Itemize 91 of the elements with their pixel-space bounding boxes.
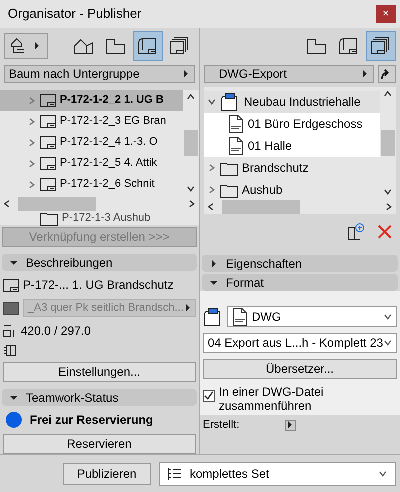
scroll-up-icon[interactable]	[187, 94, 195, 100]
caret-icon	[184, 304, 192, 312]
horizontal-scrollbar[interactable]	[204, 199, 396, 214]
layout-sheet-icon	[40, 94, 56, 107]
settings-button[interactable]: Einstellungen...	[3, 362, 196, 382]
scroll-thumb[interactable]	[222, 200, 300, 214]
scroll-up-icon[interactable]	[384, 91, 392, 97]
tree-view-menu-button[interactable]	[4, 33, 48, 59]
caret-icon	[361, 70, 369, 78]
curled-sheet-icon[interactable]	[133, 31, 163, 61]
reserve-button[interactable]: Reservieren	[3, 434, 196, 454]
expand-button[interactable]	[284, 420, 296, 431]
window-title: Organisator - Publisher	[8, 5, 142, 24]
file-icon	[228, 137, 244, 155]
publisher-set-icon	[220, 93, 240, 111]
section-header[interactable]: Teamwork-Status	[2, 389, 197, 406]
scroll-down-icon[interactable]	[187, 186, 195, 192]
section-header[interactable]: Eigenschaften	[202, 255, 398, 272]
folder-icon	[220, 160, 238, 176]
merge-label: In einer DWG-Datei zusammenführen	[219, 385, 325, 413]
publish-set-dropdown[interactable]: komplettes Set	[159, 462, 396, 486]
set-dropdown[interactable]: DWG-Export	[204, 65, 374, 83]
scroll-left-icon[interactable]	[4, 200, 10, 208]
tree-item[interactable]: Aushub	[204, 179, 380, 199]
caret-icon	[182, 70, 190, 78]
folder-icon	[40, 210, 58, 226]
caret-icon	[379, 470, 387, 478]
expand-icon	[28, 160, 36, 168]
scroll-right-icon[interactable]	[189, 200, 195, 208]
layout-sheet-icon	[40, 136, 56, 149]
collapse-icon	[10, 394, 18, 402]
new-folder-icon[interactable]	[348, 223, 366, 241]
caret-icon	[286, 421, 294, 430]
tree-item[interactable]: 01 Büro Erdgeschoss	[204, 113, 380, 135]
tree-hierarchy-icon	[11, 38, 25, 54]
scroll-down-icon[interactable]	[384, 189, 392, 195]
expand-icon	[208, 164, 216, 172]
collapse-icon	[10, 258, 18, 266]
format-dropdown[interactable]: DWG	[227, 306, 397, 327]
scroll-right-icon[interactable]	[386, 202, 392, 210]
layout-sheet-icon	[3, 278, 19, 292]
expand-icon	[208, 186, 216, 194]
expand-icon	[28, 118, 36, 126]
sheet-name: P-172-... 1. UG Brandschutz	[23, 277, 174, 294]
caret-icon	[384, 339, 392, 347]
list-tree-icon	[168, 466, 182, 480]
layout-sheet-icon	[40, 178, 56, 191]
scroll-thumb[interactable]	[184, 130, 198, 156]
stacked-sheets-icon[interactable]	[366, 31, 396, 61]
tree-item[interactable]: 01 Halle	[204, 135, 380, 157]
tree-item[interactable]: P-172-1-2_3 EG Bran	[0, 111, 183, 132]
expand-icon	[28, 180, 36, 188]
collapse-icon	[208, 98, 216, 106]
master-layout-icon	[3, 302, 19, 314]
merge-checkbox[interactable]	[203, 390, 215, 402]
tree-item[interactable]: P-172-1-2_4 1.-3. O	[0, 132, 183, 153]
publish-button[interactable]: Publizieren	[63, 462, 151, 484]
layout-sheet-icon	[40, 157, 56, 170]
section-header[interactable]: Beschreibungen	[2, 254, 197, 271]
tree-item[interactable]: P-172-1-2_6 Schnit	[0, 174, 183, 195]
translator-dropdown[interactable]: 04 Export aus L...h - Komplett 23	[203, 333, 397, 353]
tree-item[interactable]: P-172-1-2_5 4. Attik	[0, 153, 183, 174]
caret-icon	[384, 312, 392, 320]
translator-button[interactable]: Übersetzer...	[203, 359, 397, 379]
tree-item[interactable]: P-172-1-2_2 1. UG B	[0, 90, 183, 111]
tree-item[interactable]: Brandschutz	[204, 157, 380, 179]
file-icon	[232, 308, 248, 326]
scroll-left-icon[interactable]	[208, 202, 214, 210]
tree-item[interactable]: Neubau Industriehalle	[204, 91, 380, 113]
tree-item-label: P-172-1-3 Aushub	[62, 210, 151, 226]
book-icon	[3, 345, 17, 357]
sheet-size: 420.0 / 297.0	[21, 323, 92, 340]
up-arrow-button[interactable]	[378, 65, 396, 83]
collapse-icon	[210, 278, 218, 286]
expand-icon	[28, 96, 36, 104]
teamwork-status: Frei zur Reservierung	[30, 412, 154, 429]
caret-icon	[33, 42, 41, 50]
publisher-set-icon	[203, 308, 223, 326]
scroll-thumb[interactable]	[381, 130, 395, 156]
scroll-thumb[interactable]	[18, 196, 96, 210]
close-button[interactable]: ×	[376, 5, 396, 23]
created-label: Erstellt:	[203, 418, 240, 433]
expand-icon	[28, 138, 36, 146]
file-icon	[228, 115, 244, 133]
expand-icon	[210, 260, 218, 268]
dimensions-icon	[3, 324, 17, 338]
section-header[interactable]: Format	[202, 274, 398, 291]
folder-icon	[220, 182, 238, 198]
delete-icon[interactable]	[378, 225, 392, 239]
layout-sheet-icon	[40, 115, 56, 128]
view-dropdown[interactable]: Baum nach Untergruppe	[4, 65, 195, 83]
